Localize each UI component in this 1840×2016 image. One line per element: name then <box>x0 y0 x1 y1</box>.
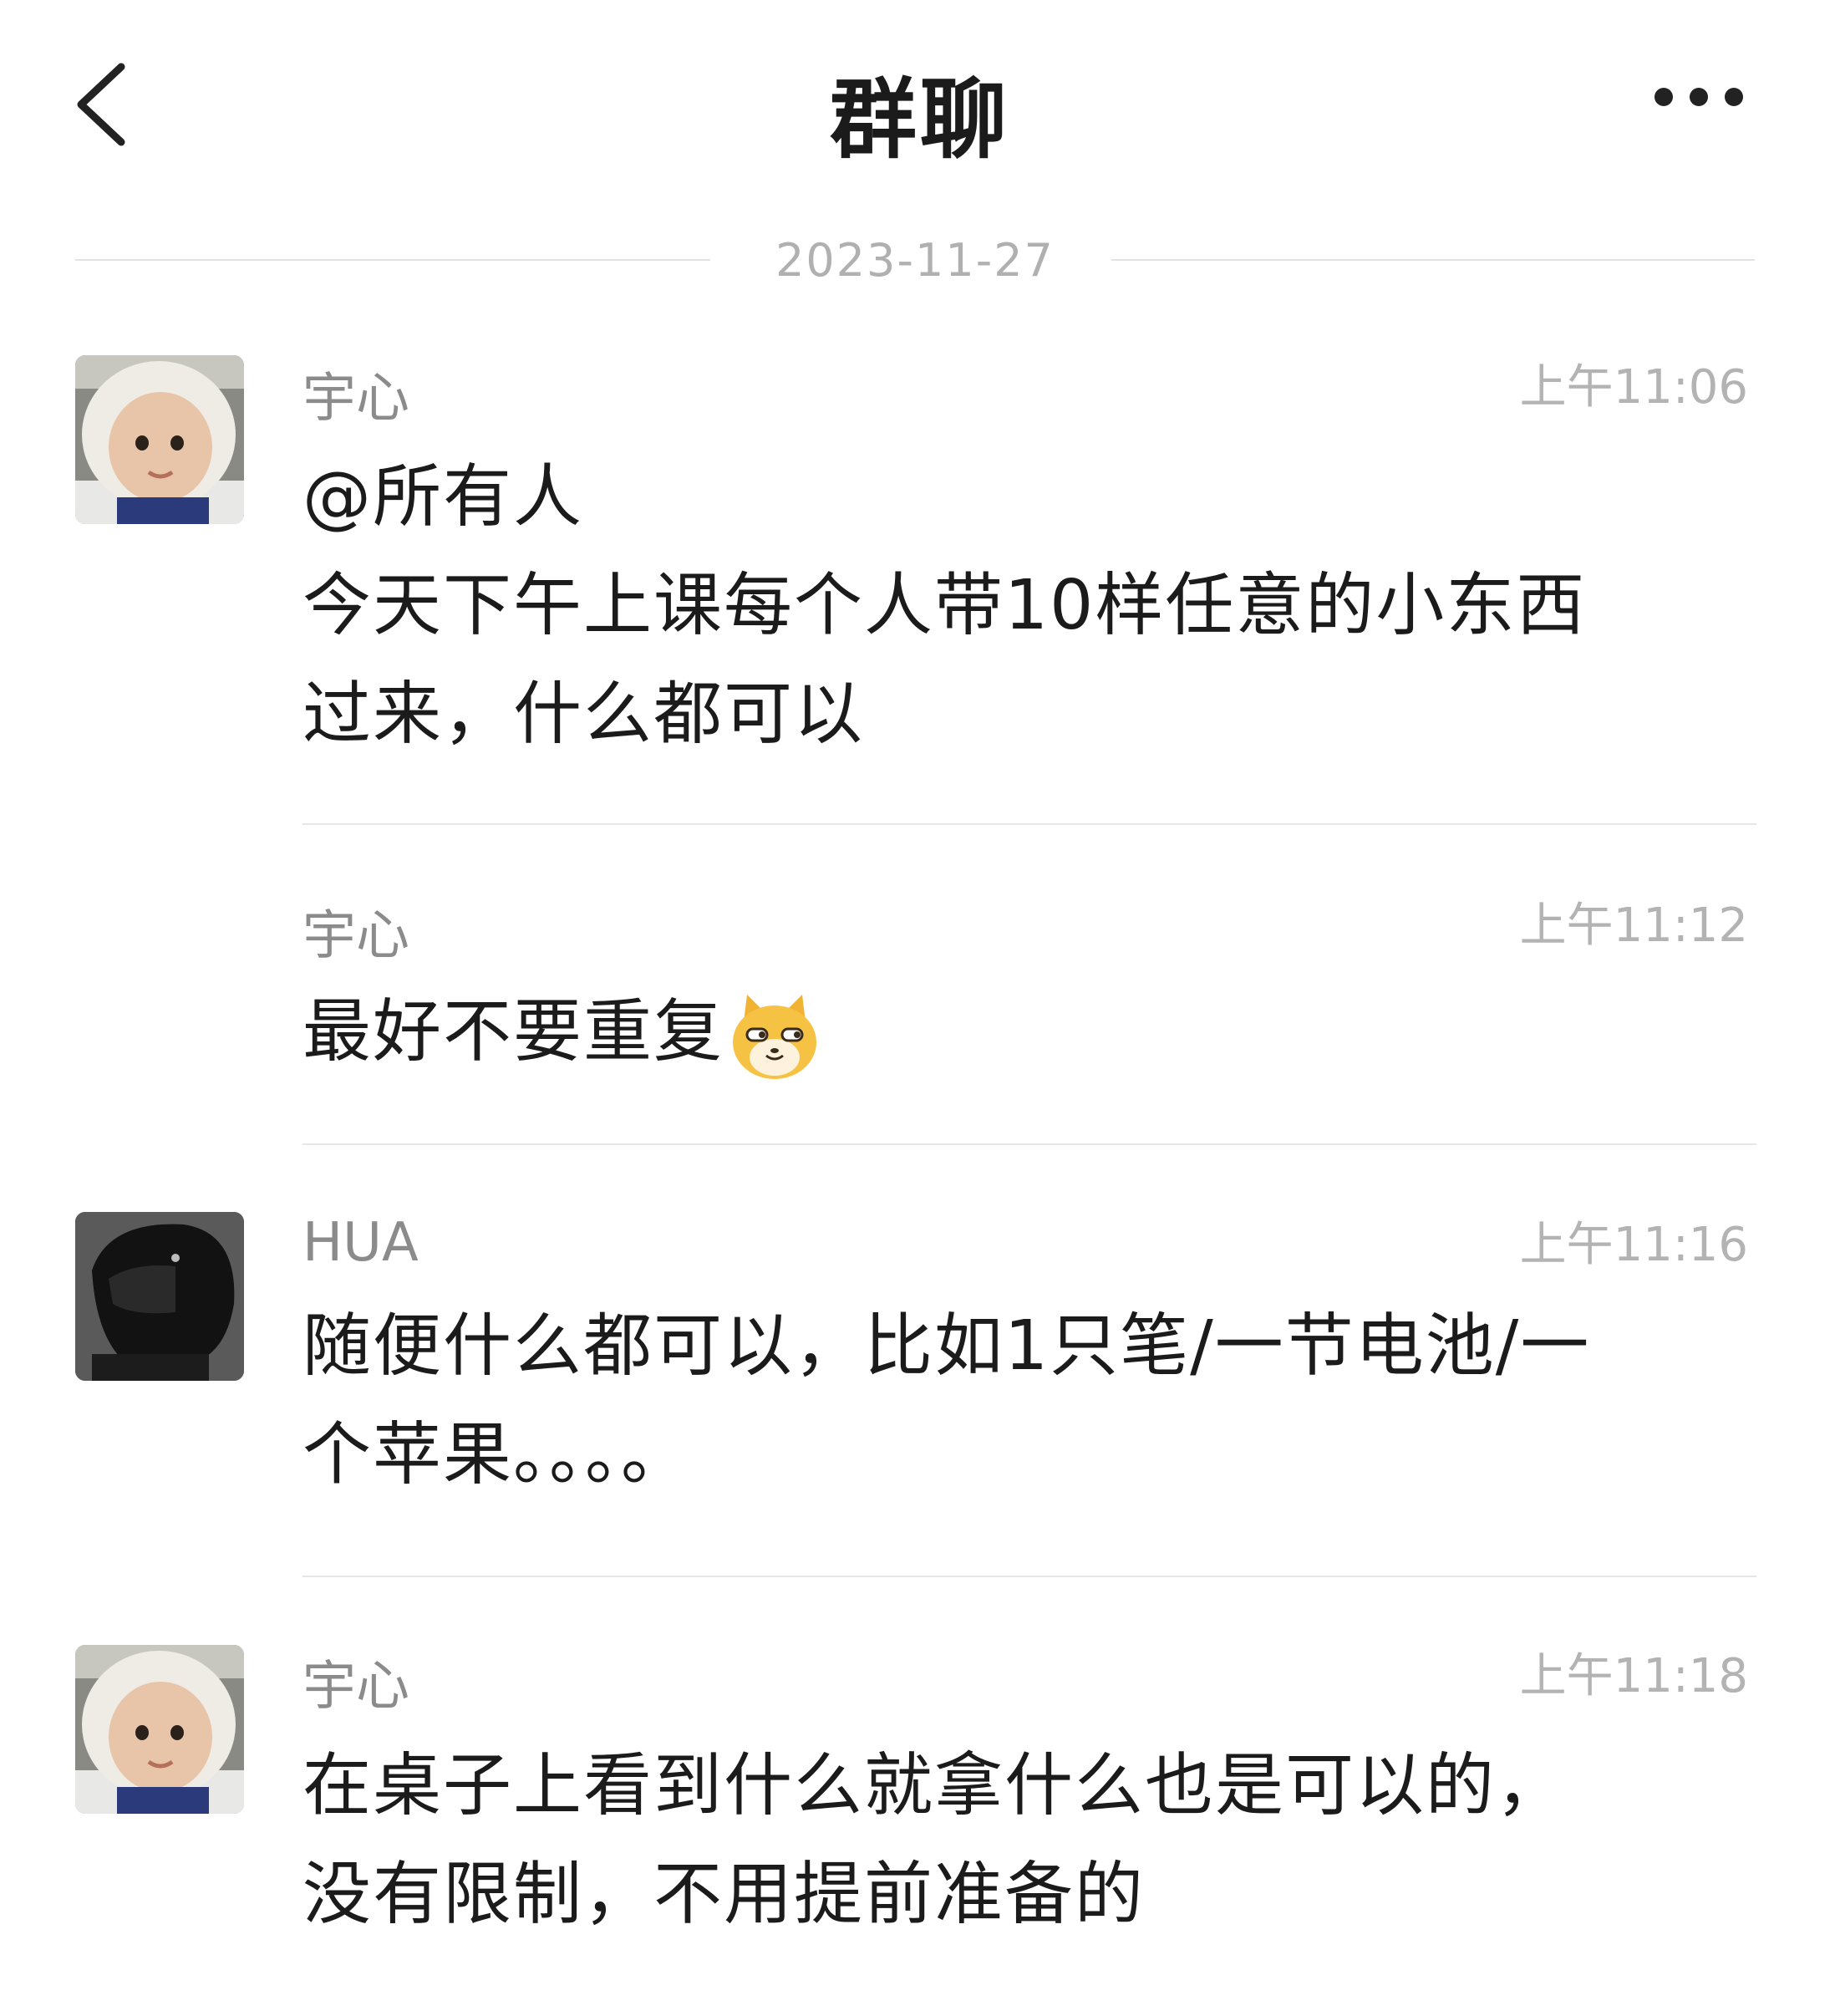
page-title: 群聊 <box>829 69 1010 171</box>
message-text[interactable]: @所有人 今天下午上课每个人带10样任意的小东西 过来，什么都可以 <box>302 443 1740 769</box>
message-text-content: 最好不要重复 <box>302 992 724 1072</box>
message-time: 上午11:18 <box>1519 1649 1748 1703</box>
date-separator: 2023-11-27 <box>75 234 1755 287</box>
divider <box>302 823 1756 825</box>
baby-avatar-icon <box>75 355 244 524</box>
more-dots-icon <box>1654 88 1673 106</box>
message-time: 上午11:12 <box>1519 899 1748 953</box>
message-text[interactable]: 最好不要重复 <box>302 978 1740 1087</box>
message-text[interactable]: 在桌子上看到什么就拿什么也是可以的， 没有限制，不用提前准备的 <box>302 1732 1740 1949</box>
message-time: 上午11:16 <box>1519 1218 1748 1272</box>
avatar[interactable] <box>75 355 244 524</box>
avatar[interactable] <box>75 1212 244 1381</box>
divider <box>1111 259 1755 261</box>
top-navigation-bar: 群聊 <box>0 0 1840 201</box>
avatar[interactable] <box>75 1645 244 1814</box>
helmet-avatar-icon <box>75 1212 244 1381</box>
sender-name: 宇心 <box>302 368 409 430</box>
message-time: 上午11:06 <box>1519 360 1748 415</box>
divider <box>302 1576 1756 1577</box>
sender-name: 宇心 <box>302 1656 409 1718</box>
baby-avatar-icon <box>75 1645 244 1814</box>
sender-name: HUA <box>302 1212 419 1274</box>
more-options-button[interactable] <box>1654 88 1743 113</box>
cat-smirk-emoji-icon <box>733 994 817 1079</box>
sender-name: 宇心 <box>302 905 409 967</box>
divider <box>302 1143 1756 1145</box>
message-text[interactable]: 随便什么都可以，比如1只笔/一节电池/一 个苹果。。。。 <box>302 1292 1740 1509</box>
